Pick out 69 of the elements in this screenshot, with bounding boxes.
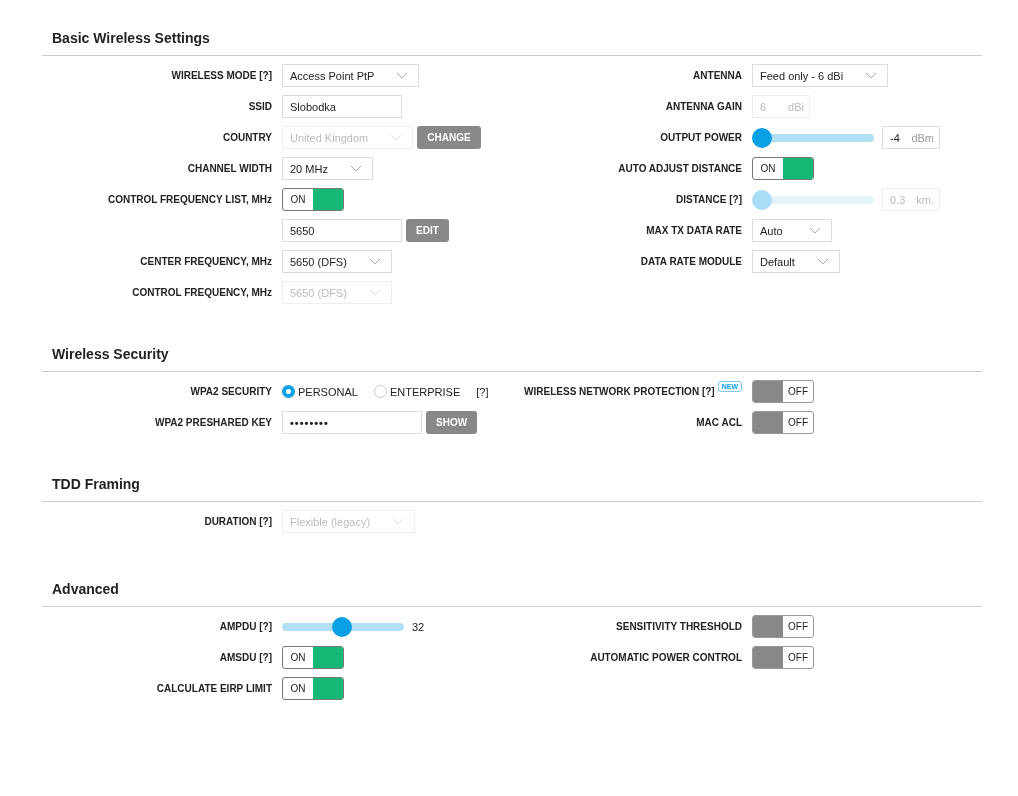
field-label: WPA2 PRESHARED KEY [154, 417, 272, 428]
field-label: SENSITIVITY THRESHOLD [616, 621, 742, 632]
dropdown[interactable]: Auto [752, 219, 832, 242]
slider[interactable] [282, 616, 404, 637]
number-field[interactable]: -4 dBm [882, 126, 940, 149]
slider-thumb[interactable] [752, 127, 772, 148]
field-label: AUTO ADJUST DISTANCE [618, 163, 742, 174]
chevron-down-icon [816, 258, 829, 265]
toggle-switch[interactable]: ON [282, 677, 344, 700]
chevron-down-icon [368, 258, 381, 265]
toggle-switch[interactable]: ON [752, 157, 814, 180]
dropdown[interactable]: Feed only - 6 dBi [752, 64, 889, 87]
action-button[interactable]: SHOW [426, 411, 478, 434]
text-field[interactable]: 5650 [282, 219, 402, 242]
section-title: Wireless Security [42, 340, 982, 372]
field-label: DISTANCE [?] [676, 194, 742, 205]
field-label: DURATION [?] [204, 516, 272, 527]
slider-value: 32 [412, 620, 425, 633]
field-label: AMPDU [?] [219, 621, 272, 632]
toggle-switch[interactable]: OFF [752, 615, 814, 638]
slider[interactable] [752, 127, 874, 148]
radio-option[interactable]: ENTERPRISE [373, 385, 461, 398]
toggle-switch[interactable]: OFF [752, 646, 814, 669]
chevron-down-icon [368, 289, 381, 296]
chevron-down-icon [396, 72, 409, 79]
field-label: AUTOMATIC POWER CONTROL [590, 652, 742, 663]
radio-button[interactable] [282, 385, 295, 398]
section-title: TDD Framing [42, 470, 982, 502]
toggle-switch[interactable]: ON [282, 188, 344, 211]
toggle-switch[interactable]: OFF [752, 380, 814, 403]
slider-thumb[interactable] [332, 616, 352, 637]
toggle-switch[interactable]: OFF [752, 411, 814, 434]
chevron-down-icon [349, 165, 362, 172]
field-label: ANTENNA [693, 70, 742, 81]
chevron-down-icon [809, 227, 821, 234]
field-label: CALCULATE EIRP LIMIT [156, 683, 272, 694]
action-button[interactable]: CHANGE [417, 126, 481, 149]
dropdown[interactable]: Access Point PtP [282, 64, 420, 87]
field-label: OUTPUT POWER [660, 132, 742, 143]
dropdown[interactable]: Default [752, 250, 840, 273]
chevron-down-icon [390, 134, 403, 141]
field-label: WPA2 SECURITY [190, 386, 272, 397]
section-title: Advanced [42, 575, 982, 607]
radio-option[interactable]: PERSONAL [282, 385, 358, 398]
field-label: CHANNEL WIDTH [187, 163, 272, 174]
field-label: CONTROL FREQUENCY LIST, MHz [107, 194, 272, 205]
chevron-down-icon [865, 72, 878, 79]
field-label: ANTENNA GAIN [665, 101, 742, 112]
field-label: CONTROL FREQUENCY, MHz [132, 287, 272, 298]
action-button[interactable]: EDIT [406, 219, 449, 242]
field-label: SSID [248, 101, 272, 112]
field-label: CENTER FREQUENCY, MHz [140, 256, 272, 267]
chevron-down-icon [392, 518, 405, 525]
help-link[interactable]: [?] [476, 385, 489, 398]
password-field[interactable]: •••••••• [282, 411, 422, 434]
slider[interactable] [752, 189, 874, 210]
field-label: COUNTRY [222, 132, 272, 143]
field-label: DATA RATE MODULE [640, 256, 742, 267]
text-field[interactable]: Slobodka [282, 95, 402, 118]
field-label: WIRELESS MODE [?] [171, 70, 272, 81]
toggle-switch[interactable]: ON [282, 646, 344, 669]
field-label: MAX TX DATA RATE [646, 225, 742, 236]
section-title: Basic Wireless Settings [42, 24, 982, 56]
dropdown[interactable]: 5650 (DFS) [282, 250, 392, 273]
field-label: WIRELESS NETWORK PROTECTION [?] [524, 386, 715, 397]
field-label: AMSDU [?] [219, 652, 272, 663]
field-label: MAC ACL [696, 417, 742, 428]
dropdown[interactable]: 20 MHz [282, 157, 373, 180]
radio-button[interactable] [373, 385, 387, 398]
